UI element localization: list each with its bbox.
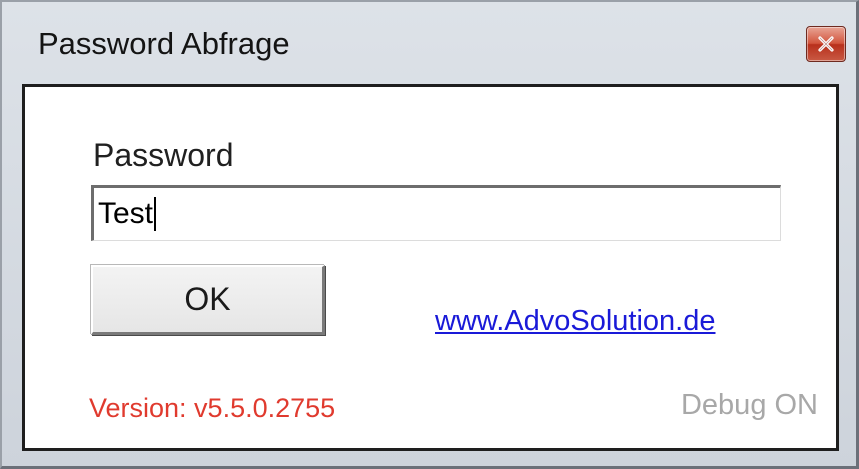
dialog-client-area: Password Test OK www.AdvoSolution.de Ver… — [22, 84, 839, 451]
password-dialog-window: Password Abfrage Password Test OK www.Ad… — [0, 0, 859, 469]
advosolution-link[interactable]: www.AdvoSolution.de — [435, 305, 716, 338]
password-input-value: Test — [98, 197, 154, 230]
debug-status: Debug ON — [680, 389, 818, 421]
version-text: Version: v5.5.0.2755 — [89, 393, 336, 423]
ok-button[interactable]: OK — [91, 265, 325, 335]
close-button[interactable] — [806, 26, 846, 62]
text-caret — [154, 197, 157, 231]
ok-button-label: OK — [184, 281, 231, 317]
password-input[interactable]: Test — [91, 185, 781, 241]
close-icon — [818, 36, 834, 52]
window-title: Password Abfrage — [38, 26, 290, 61]
password-label: Password — [93, 137, 234, 173]
title-bar[interactable]: Password Abfrage — [4, 4, 854, 84]
